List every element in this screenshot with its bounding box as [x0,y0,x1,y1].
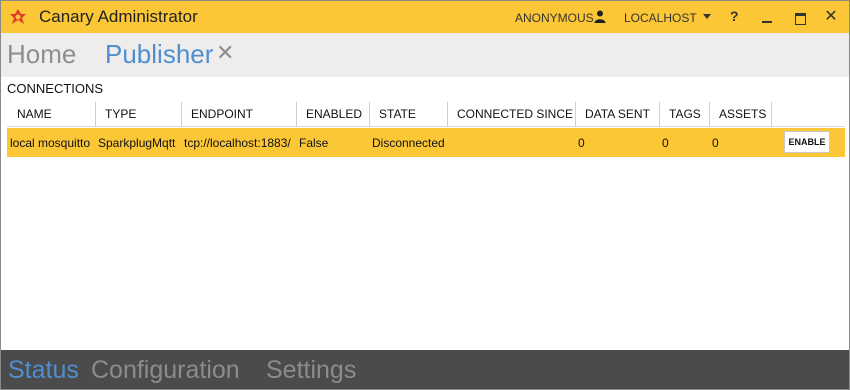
nav-settings[interactable]: Settings [266,356,356,385]
column-header-type[interactable]: TYPE [95,102,181,127]
enable-button[interactable]: ENABLE [784,131,830,153]
tab-home[interactable]: Home [7,39,76,70]
cell-assets: 0 [712,136,719,150]
user-label[interactable]: ANONYMOUS [515,11,594,25]
canary-logo-icon [10,9,26,24]
column-header-data-sent[interactable]: DATA SENT [575,102,659,127]
cell-type: SparkplugMqtt [98,136,176,150]
tab-strip: Home Publisher ✕ [1,33,849,77]
cell-state: Disconnected [372,136,445,150]
column-header-endpoint[interactable]: ENDPOINT [181,102,296,127]
tab-publisher[interactable]: Publisher [105,39,213,70]
cell-tags: 0 [662,136,669,150]
host-label[interactable]: LOCALHOST [624,11,697,25]
connections-table-header: NAME TYPE ENDPOINT ENABLED STATE CONNECT… [7,102,845,127]
cell-connected-since [457,128,575,157]
app-title: Canary Administrator [39,7,198,26]
maximize-button[interactable] [788,6,810,28]
help-button[interactable]: ? [730,8,739,24]
minimize-button[interactable] [756,6,778,28]
bottom-navigation: Status Configuration Settings [1,350,849,389]
cell-enabled: False [299,136,329,150]
cell-endpoint: tcp://localhost:1883/ [184,136,291,150]
column-header-tags[interactable]: TAGS [659,102,709,127]
column-header-assets[interactable]: ASSETS [709,102,771,127]
close-window-button[interactable]: ✕ [820,6,842,28]
table-row[interactable]: local mosquitto SparkplugMqtt tcp://loca… [7,128,845,157]
nav-configuration[interactable]: Configuration [91,356,240,385]
column-header-action [771,102,845,127]
column-header-name[interactable]: NAME [7,102,95,127]
nav-status[interactable]: Status [8,356,79,385]
column-header-enabled[interactable]: ENABLED [296,102,369,127]
close-tab-icon[interactable]: ✕ [216,40,234,66]
cell-data-sent: 0 [578,136,585,150]
connections-title: CONNECTIONS [7,81,104,96]
chevron-down-icon[interactable] [703,14,711,19]
column-header-connected-since[interactable]: CONNECTED SINCE [447,102,575,127]
user-icon[interactable] [594,10,606,23]
title-bar: Canary Administrator ANONYMOUS LOCALHOST… [1,1,849,33]
cell-name: local mosquitto [10,136,91,150]
app-window: Canary Administrator ANONYMOUS LOCALHOST… [0,0,850,390]
column-header-state[interactable]: STATE [369,102,447,127]
